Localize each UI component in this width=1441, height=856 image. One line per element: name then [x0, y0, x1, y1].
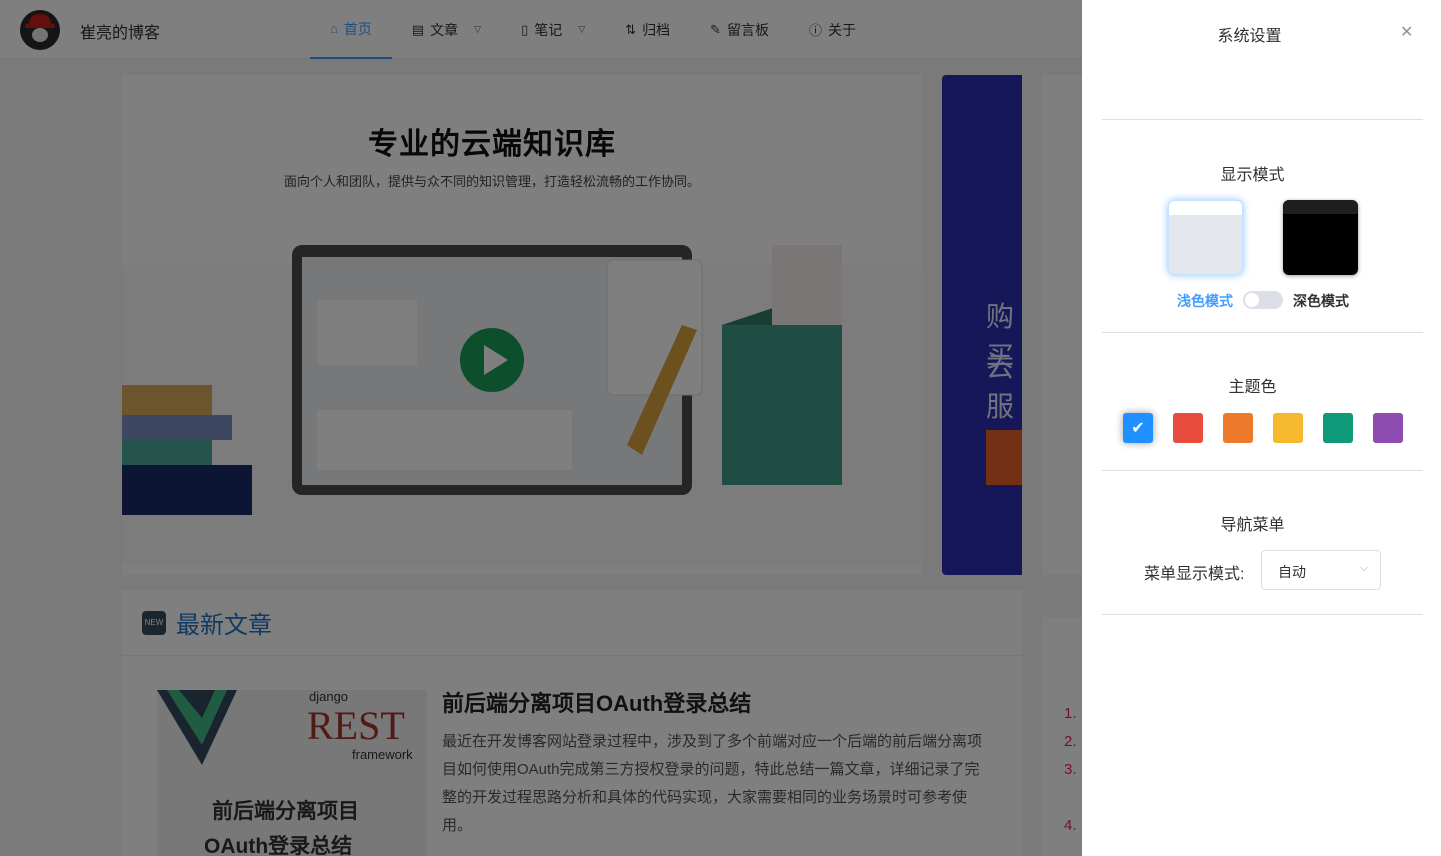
theme-color-swatch[interactable]: [1273, 413, 1303, 443]
theme-color-swatch[interactable]: [1173, 413, 1203, 443]
theme-color-swatch[interactable]: ✔: [1123, 413, 1153, 443]
close-icon[interactable]: ✕: [1400, 22, 1413, 42]
theme-color-swatch[interactable]: [1373, 413, 1403, 443]
check-icon: ✔: [1131, 420, 1145, 437]
divider: [1102, 119, 1423, 120]
menu-mode-label: 菜单显示模式:: [1144, 566, 1245, 583]
dark-mode-toggle[interactable]: [1243, 291, 1283, 309]
settings-drawer: 系统设置 ✕ 显示模式 浅色模式 深色模式 主题色 ✔ 导航菜单 菜单显示模式:…: [1082, 0, 1441, 856]
modal-overlay[interactable]: [0, 0, 1082, 856]
menu-mode-select[interactable]: 自动 ⌵: [1261, 550, 1381, 590]
toggle-knob: [1245, 293, 1259, 307]
dark-mode-preview[interactable]: [1283, 200, 1358, 275]
theme-color-swatch[interactable]: [1323, 413, 1353, 443]
nav-menu-title: 导航菜单: [1220, 517, 1285, 534]
chevron-down-icon: ⌵: [1359, 562, 1368, 574]
drawer-title: 系统设置: [1217, 28, 1282, 45]
divider: [1102, 470, 1423, 471]
dark-mode-label[interactable]: 深色模式: [1293, 291, 1349, 311]
theme-color-title: 主题色: [1228, 379, 1277, 396]
light-mode-label[interactable]: 浅色模式: [1177, 291, 1233, 311]
divider: [1102, 332, 1423, 333]
select-value: 自动: [1278, 564, 1306, 580]
divider: [1102, 614, 1423, 615]
display-mode-title: 显示模式: [1220, 167, 1285, 184]
theme-color-swatch[interactable]: [1223, 413, 1253, 443]
light-mode-preview[interactable]: [1168, 200, 1243, 275]
